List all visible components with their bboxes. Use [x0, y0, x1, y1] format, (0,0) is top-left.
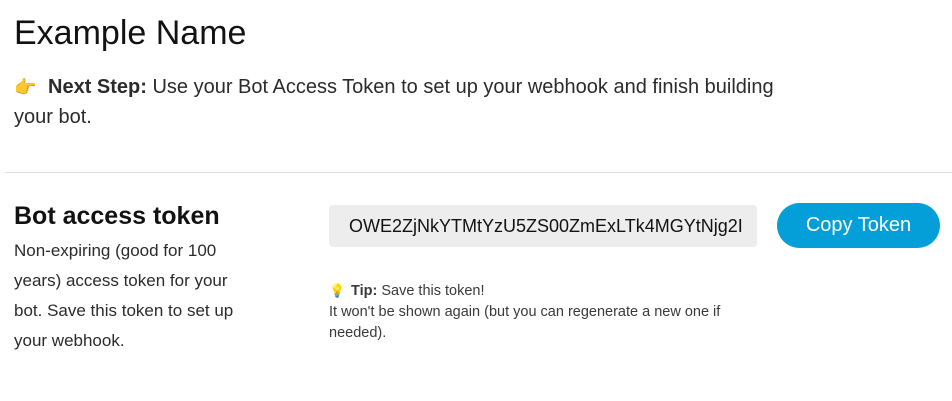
- section-title: Bot access token: [14, 202, 220, 230]
- bot-created-page: Example Name 👉 Next Step: Use your Bot Ac…: [0, 0, 952, 401]
- tip-line1: Save this token!: [377, 283, 485, 299]
- pointing-hand-icon: 👉: [14, 77, 37, 97]
- lightbulb-icon: 💡: [329, 283, 346, 298]
- tip-message: 💡 Tip: Save this token! It won't be shown…: [329, 280, 769, 344]
- section-divider: [5, 172, 952, 173]
- copy-token-button[interactable]: Copy Token: [777, 203, 940, 248]
- next-step-label: Next Step:: [48, 76, 147, 98]
- next-step-message: 👉 Next Step: Use your Bot Access Token to…: [14, 72, 774, 132]
- page-title: Example Name: [14, 14, 247, 52]
- access-token-field[interactable]: [329, 205, 757, 247]
- tip-line2: It won't be shown again (but you can reg…: [329, 304, 721, 341]
- section-description: Non-expiring (good for 100 years) access…: [14, 241, 234, 350]
- tip-label: Tip:: [351, 283, 378, 299]
